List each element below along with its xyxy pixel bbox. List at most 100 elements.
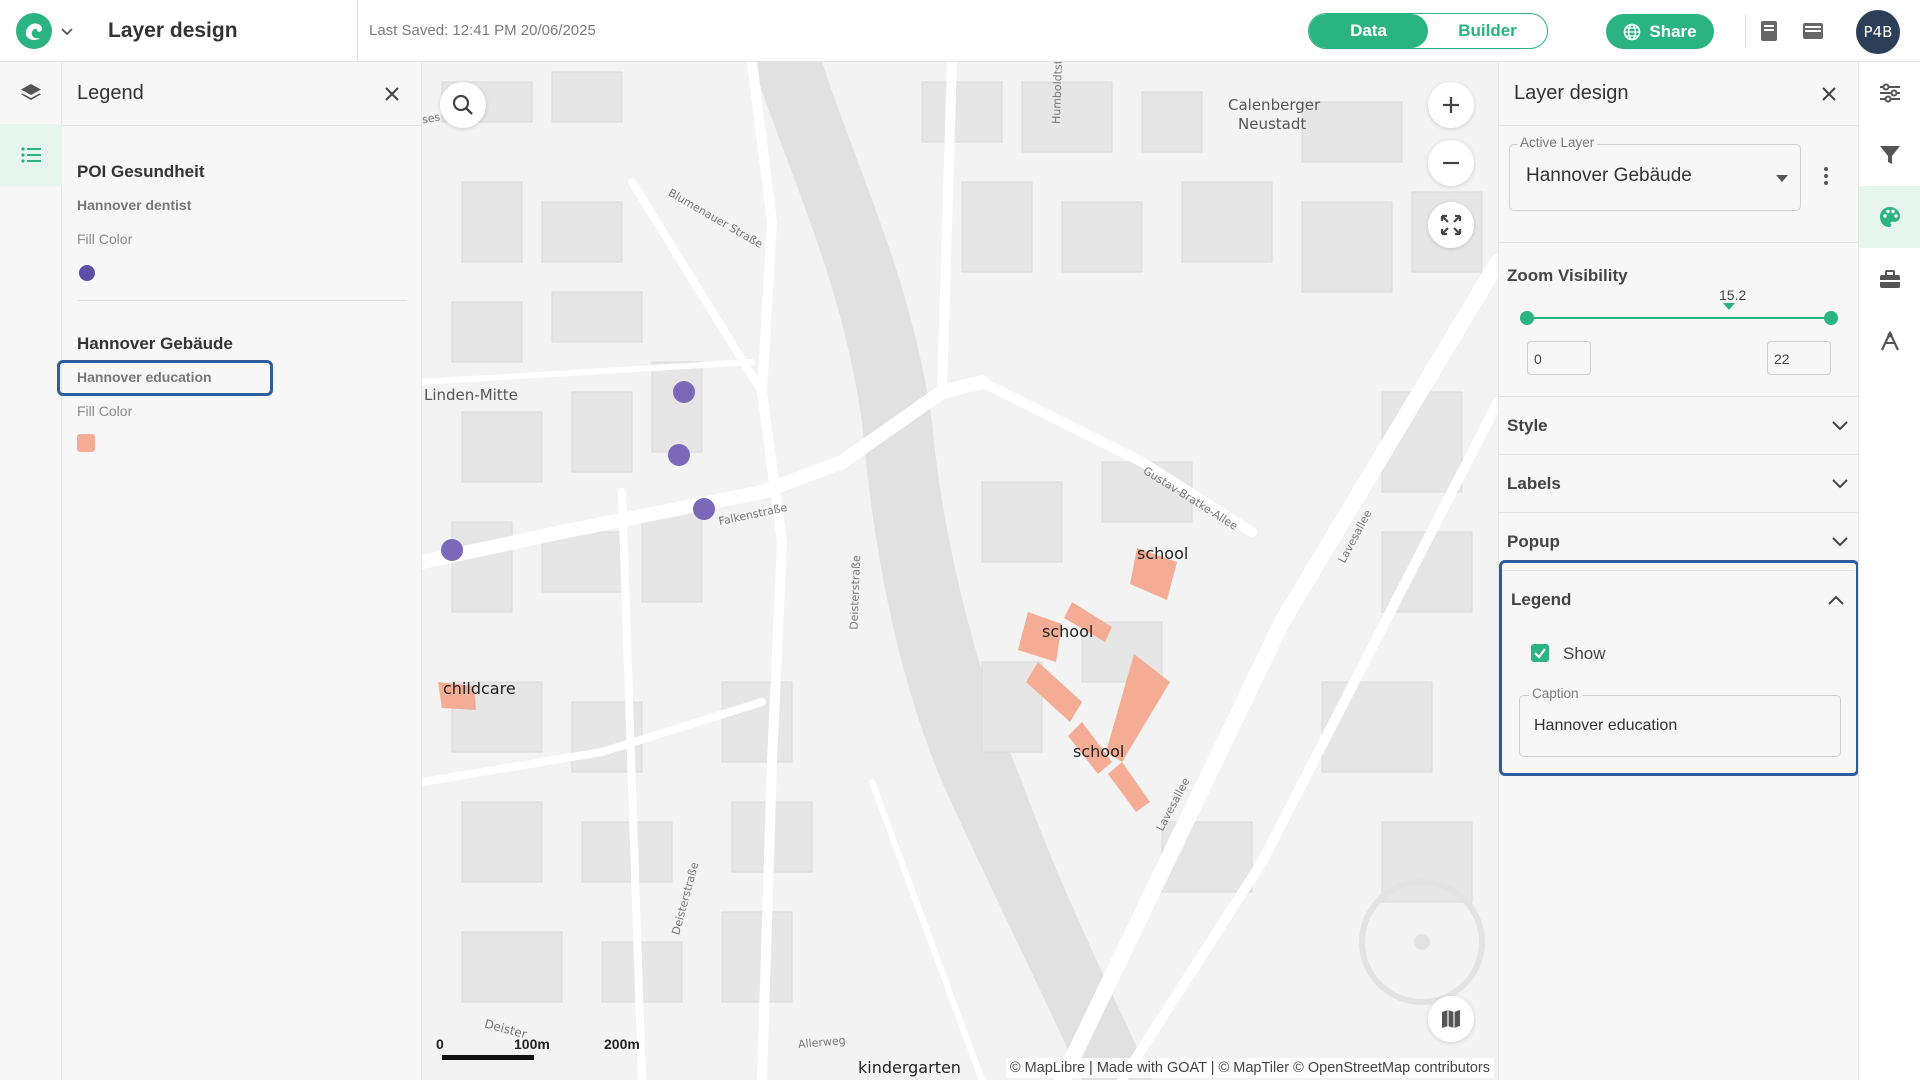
close-icon[interactable] <box>383 85 401 103</box>
filter-button[interactable] <box>1859 124 1920 186</box>
scale-end: 200m <box>604 1036 640 1052</box>
share-button[interactable]: Share <box>1606 14 1714 49</box>
poi-point[interactable] <box>441 539 463 561</box>
app-menu[interactable] <box>0 0 90 62</box>
active-layer-value: Hannover Gebäude <box>1526 165 1692 186</box>
avatar[interactable]: P4B <box>1856 10 1900 54</box>
globe-icon <box>1624 23 1641 40</box>
chevron-down-icon[interactable] <box>60 24 74 38</box>
legend-swatch-circle <box>79 265 95 281</box>
tab-builder[interactable]: Builder <box>1428 14 1547 48</box>
section-popup-title: Popup <box>1507 531 1560 551</box>
data-builder-toggle[interactable]: Data Builder <box>1308 13 1548 49</box>
scenario-icon <box>1881 330 1899 351</box>
chevron-down-icon <box>1832 478 1848 488</box>
scale-zero: 0 <box>436 1036 444 1052</box>
zoom-slider-track[interactable] <box>1527 317 1831 319</box>
map-attribution: © MapLibre | Made with GOAT | © MapTiler… <box>1005 1058 1494 1078</box>
zoom-min-input[interactable]: 0 <box>1527 341 1591 375</box>
last-saved-text: Last Saved: 12:41 PM 20/06/2025 <box>369 22 596 39</box>
map-label: Calenberger <box>1228 96 1321 114</box>
legend-layer-name: Hannover Gebäude <box>77 334 233 353</box>
dropdown-arrow-icon <box>1776 175 1788 182</box>
legend-title: Legend <box>77 82 144 104</box>
street-label: Humboldtstr. <box>1049 62 1066 125</box>
divider <box>1745 14 1746 48</box>
right-rail <box>1858 62 1920 1080</box>
legend-sublayer: Hannover education <box>77 369 212 385</box>
style-button[interactable] <box>1859 186 1920 248</box>
fullscreen-icon <box>1440 214 1462 236</box>
section-labels[interactable]: Labels <box>1499 454 1859 512</box>
section-labels-title: Labels <box>1507 473 1561 493</box>
book-icon[interactable] <box>1756 18 1782 44</box>
zoom-visibility-label: Zoom Visibility <box>1507 266 1628 285</box>
basemap-icon <box>1442 1010 1460 1028</box>
active-layer-select[interactable]: Hannover Gebäude <box>1509 144 1801 211</box>
school-label: school <box>1073 742 1125 761</box>
map-label: Linden-Mitte <box>424 386 518 404</box>
legend-swatch-square <box>77 434 95 452</box>
caption-input[interactable]: Hannover education <box>1519 695 1841 757</box>
school-label: school <box>1137 544 1189 563</box>
filter-icon <box>1880 146 1900 164</box>
fill-color-label: Fill Color <box>77 231 133 247</box>
palette-icon <box>1880 207 1900 227</box>
caption-value: Hannover education <box>1534 717 1678 734</box>
zoom-max-input[interactable]: 22 <box>1767 341 1831 375</box>
legend-sublayer: Hannover dentist <box>77 197 192 213</box>
section-legend-title: Legend <box>1511 589 1572 609</box>
scale-mid: 100m <box>514 1036 550 1052</box>
page-title: Layer design <box>90 0 358 62</box>
zoom-out-button[interactable] <box>1428 140 1474 186</box>
toolbox-icon <box>1880 270 1900 288</box>
table-icon[interactable] <box>1800 18 1826 44</box>
legend-header: Legend <box>62 62 421 126</box>
check-icon <box>1534 648 1546 659</box>
more-vert-icon[interactable] <box>1823 166 1829 186</box>
section-legend[interactable]: Legend <box>1503 570 1855 628</box>
map-search-button[interactable] <box>440 82 486 128</box>
map-label: Neustadt <box>1238 115 1307 133</box>
divider <box>77 300 407 301</box>
sliders-icon <box>1880 83 1900 103</box>
fullscreen-button[interactable] <box>1428 202 1474 248</box>
share-label: Share <box>1649 21 1697 41</box>
properties-button[interactable] <box>1859 62 1920 124</box>
legend-button[interactable] <box>0 124 62 186</box>
layers-button[interactable] <box>0 62 62 124</box>
design-title: Layer design <box>1514 82 1629 104</box>
legend-show-checkbox[interactable] <box>1531 644 1549 662</box>
design-header: Layer design <box>1499 62 1858 126</box>
tab-data[interactable]: Data <box>1309 14 1428 48</box>
list-icon <box>21 147 41 163</box>
childcare-label: childcare <box>443 679 516 698</box>
basemap-button[interactable] <box>1428 996 1474 1042</box>
chevron-up-icon <box>1828 595 1844 605</box>
kindergarten-label: kindergarten <box>858 1058 961 1077</box>
close-icon[interactable] <box>1820 85 1838 103</box>
toolbox-button[interactable] <box>1859 248 1920 310</box>
minus-icon <box>1443 161 1459 165</box>
section-style-title: Style <box>1507 415 1548 435</box>
zoom-slider-max-handle[interactable] <box>1824 311 1838 325</box>
legend-show-label: Show <box>1563 644 1606 663</box>
chevron-down-icon <box>1832 536 1848 546</box>
zoom-in-button[interactable] <box>1428 82 1474 128</box>
zoom-current-value: 15.2 <box>1719 287 1747 303</box>
scale-bar <box>442 1055 534 1060</box>
left-rail <box>0 62 62 1080</box>
plus-icon <box>1443 97 1459 113</box>
layer-design-panel: Layer design Hannover Gebäude Active Lay… <box>1498 62 1859 1080</box>
poi-point[interactable] <box>693 498 715 520</box>
poi-point[interactable] <box>668 444 690 466</box>
section-style[interactable]: Style <box>1499 396 1859 454</box>
logo-icon[interactable] <box>16 12 52 49</box>
chevron-down-icon <box>1832 420 1848 430</box>
street-label: Deisterstraße <box>847 554 864 631</box>
scenario-button[interactable] <box>1859 310 1920 372</box>
poi-point[interactable] <box>673 381 695 403</box>
basemap <box>422 62 1498 1080</box>
zoom-slider-min-handle[interactable] <box>1520 311 1534 325</box>
map-canvas[interactable]: Calenberger Neustadt Linden-Mitte Blumen… <box>422 62 1498 1080</box>
